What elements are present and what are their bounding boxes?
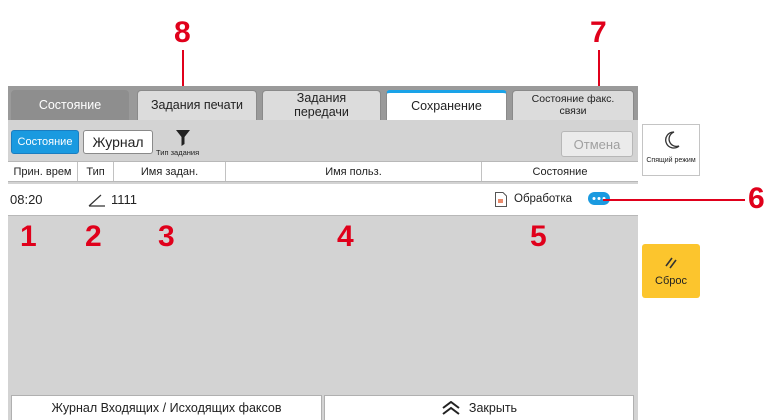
callout-1: 1 xyxy=(20,220,37,253)
tab-print-jobs[interactable]: Задания печати xyxy=(137,90,257,120)
tab-fax-status[interactable]: Состояние факс. связи xyxy=(512,90,634,120)
row-job-name: 1111 xyxy=(111,192,138,207)
tab-fax-status-line2: связи xyxy=(559,104,587,117)
filter-icon xyxy=(176,130,190,146)
tab-store-label: Сохранение xyxy=(411,98,482,113)
callout-6: 6 xyxy=(748,182,765,215)
header-job-name[interactable]: Имя задан. xyxy=(114,162,226,181)
tab-send-jobs-line2: передачи xyxy=(294,104,349,119)
tab-status[interactable]: Состояние xyxy=(11,90,129,120)
fax-log-button[interactable]: Журнал Входящих / Исходящих факсов xyxy=(11,395,322,420)
callout-4: 4 xyxy=(337,220,354,253)
close-button-label: Закрыть xyxy=(468,401,518,415)
sleep-button[interactable]: Спящий режим xyxy=(642,124,700,176)
document-icon xyxy=(495,192,507,207)
header-status[interactable]: Состояние xyxy=(482,162,638,181)
journal-button[interactable]: Журнал xyxy=(83,130,153,154)
close-button[interactable]: Закрыть xyxy=(324,395,634,420)
tab-status-label: Состояние xyxy=(38,97,102,112)
header-user-name[interactable]: Имя польз. xyxy=(226,162,482,181)
tab-send-jobs-line1: Задания xyxy=(296,91,347,106)
callout-3: 3 xyxy=(158,220,175,253)
scan-icon xyxy=(88,194,105,207)
callout-6-line xyxy=(603,199,745,201)
table-header: Прин. врем Тип Имя задан. Имя польз. Сос… xyxy=(8,161,638,182)
job-type-filter-label: Тип задания xyxy=(156,148,200,157)
tab-send-jobs[interactable]: Задания передачи xyxy=(262,90,381,120)
tab-print-jobs-label: Задания печати xyxy=(150,97,244,112)
callout-8: 8 xyxy=(174,16,191,49)
header-received-time[interactable]: Прин. врем xyxy=(8,162,78,181)
sleep-label: Спящий режим xyxy=(646,157,696,164)
cancel-button[interactable]: Отмена xyxy=(561,131,633,157)
state-button[interactable]: Состояние xyxy=(11,130,79,154)
double-chevron-up-icon xyxy=(442,401,460,415)
callout-5: 5 xyxy=(530,220,547,253)
tab-store[interactable]: Сохранение xyxy=(386,90,507,120)
header-type[interactable]: Тип xyxy=(78,162,114,181)
table-row[interactable]: 08:20 1111 Обработка xyxy=(8,184,638,216)
tab-fax-status-line1: Состояние факс. xyxy=(531,93,615,106)
callout-2: 2 xyxy=(85,220,102,253)
callout-7: 7 xyxy=(590,16,607,49)
row-time: 08:20 xyxy=(10,192,43,207)
reset-button[interactable]: Сброс xyxy=(642,244,700,298)
row-status: Обработка xyxy=(514,193,572,205)
reset-icon xyxy=(665,257,677,269)
moon-icon xyxy=(665,131,680,149)
reset-label: Сброс xyxy=(655,275,687,287)
